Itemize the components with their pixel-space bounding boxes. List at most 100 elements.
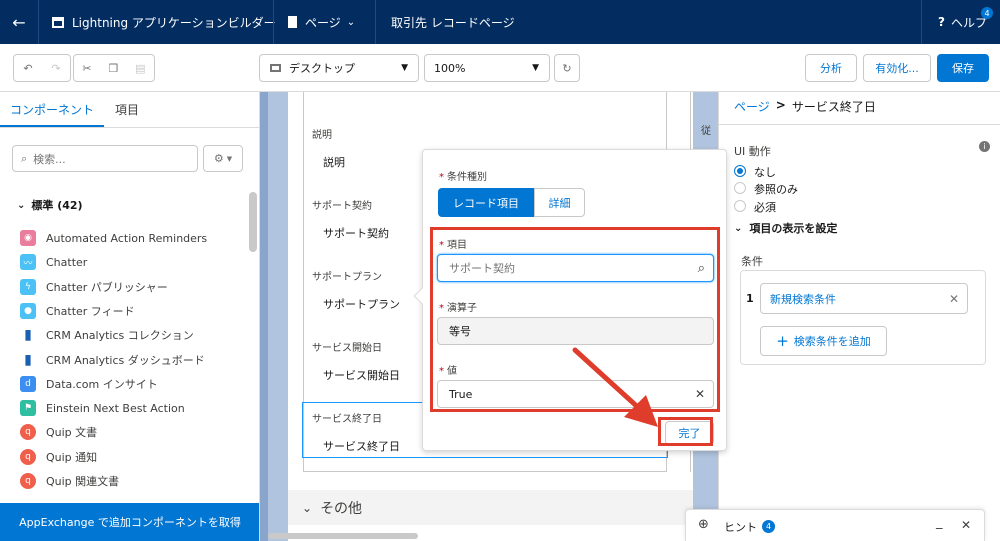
canvas-field-label: 説明	[312, 130, 332, 141]
d-icon: d	[20, 375, 36, 392]
radio-required[interactable]	[734, 200, 746, 212]
breadcrumb-page[interactable]: ページ	[734, 98, 770, 115]
builder-icon	[52, 16, 64, 28]
help-badge: 4	[981, 7, 993, 19]
toolbar: ↶ ↷ ✂ ❐ ▤ デスクトップ ▼ 100% ▼ ↻ 分析 有効化... 保存	[0, 44, 1000, 92]
tab-components[interactable]: コンポーネント	[10, 101, 94, 118]
radio-none-label: なし	[754, 166, 776, 179]
components-panel: コンポーネント 項目 ⌕ 検索... ⚙ ▼ ⌄ 標準 (42) ◉ Automat…	[0, 92, 260, 541]
app-header: ← Lightning アプリケーションビルダー ページ ⌄ 取引先 レコードペ…	[0, 0, 1000, 44]
breadcrumb: ページ > サービス終了日	[734, 98, 876, 115]
flag-icon: ⚑	[20, 400, 36, 417]
caret-down-icon: ▼	[401, 63, 408, 73]
quip-icon: q	[20, 448, 36, 465]
quip-icon: q	[20, 424, 36, 441]
search-input[interactable]: ⌕ 検索...	[12, 145, 198, 172]
canvas-field-value[interactable]: サポート契約	[323, 225, 389, 241]
partial-field-label: 従	[701, 126, 711, 137]
condition-type-label: * 条件種別	[439, 172, 487, 183]
save-button[interactable]: 保存	[937, 54, 989, 82]
component-item[interactable]: q Quip 通知	[20, 446, 97, 468]
section-standard[interactable]: ⌄ 標準 (42)	[17, 197, 83, 213]
plus-icon: +	[776, 332, 789, 350]
hint-label: ヒント	[724, 521, 757, 534]
bell-icon: ◉	[20, 230, 36, 246]
cut-icon[interactable]: ✂	[82, 62, 91, 75]
add-condition-button[interactable]: + 検索条件を追加	[760, 326, 887, 356]
question-icon: ?	[938, 15, 945, 29]
quip-icon: q	[20, 473, 36, 489]
component-item[interactable]: q Quip 関連文書	[20, 470, 119, 492]
scrollbar-thumb[interactable]	[249, 192, 257, 252]
settings-menu[interactable]: ⚙ ▼	[203, 145, 243, 172]
properties-panel: ページ > サービス終了日 UI 動作 i なし 参照のみ 必須 ⌄ 項目の表示…	[718, 92, 1000, 541]
other-section[interactable]: ⌄ その他	[288, 490, 693, 525]
wave-icon: 〰	[20, 254, 36, 271]
search-icon: ⌕	[21, 151, 28, 165]
gear-icon: ⚙	[213, 152, 224, 165]
undo-icon[interactable]: ↶	[23, 62, 32, 75]
caret-down-icon: ▼	[226, 154, 233, 163]
chat-icon: ●	[20, 302, 36, 319]
canvas-field-value[interactable]: サポートプラン	[323, 296, 400, 312]
ui-behavior-label: UI 動作	[734, 145, 771, 158]
component-item[interactable]: ϟ Chatter パブリッシャー	[20, 276, 168, 298]
canvas-field-label: サポートプラン	[312, 272, 382, 283]
condition-item[interactable]: 新規検索条件 ✕	[760, 283, 968, 314]
hint-panel[interactable]: ⊕ ヒント 4 _ ✕	[685, 509, 985, 541]
visibility-section[interactable]: ⌄ 項目の表示を設定	[734, 220, 837, 236]
clipboard-group: ✂ ❐ ▤	[73, 54, 155, 82]
caret-down-icon: ▼	[532, 63, 539, 73]
tab-record-field[interactable]: レコード項目	[438, 188, 534, 217]
canvas-field-label: サービス開始日	[312, 343, 382, 354]
device-select[interactable]: デスクトップ ▼	[259, 54, 419, 82]
canvas-field-value[interactable]: サービス開始日	[323, 367, 400, 383]
close-icon[interactable]: ✕	[949, 292, 959, 306]
canvas-field-value[interactable]: 説明	[323, 154, 345, 170]
radio-readonly[interactable]	[734, 182, 746, 194]
radio-readonly-label: 参照のみ	[754, 183, 798, 196]
component-item[interactable]: q Quip 文書	[20, 421, 97, 443]
component-item[interactable]: 〰 Chatter	[20, 251, 87, 273]
appexchange-button[interactable]: AppExchange で追加コンポーネントを取得	[0, 503, 259, 541]
analyze-button[interactable]: 分析	[805, 54, 857, 82]
undo-redo-group: ↶ ↷	[13, 54, 71, 82]
desktop-icon	[270, 64, 281, 72]
redo-icon[interactable]: ↷	[51, 62, 60, 75]
tab-fields[interactable]: 項目	[115, 101, 139, 118]
component-item[interactable]: ◉ Automated Action Reminders	[20, 227, 207, 249]
annotation-arrow-icon	[572, 347, 658, 427]
component-item[interactable]: ▮ CRM Analytics コレクション	[20, 324, 194, 346]
paste-icon[interactable]: ▤	[135, 62, 145, 75]
activate-button[interactable]: 有効化...	[863, 54, 931, 82]
hint-icon: ⊕	[698, 517, 709, 532]
chevron-down-icon: ⌄	[302, 500, 313, 515]
help-button[interactable]: ? ヘルプ	[938, 0, 987, 44]
conditions-label: 条件	[741, 255, 763, 268]
chevron-down-icon: ⌄	[734, 222, 743, 234]
horizontal-scrollbar[interactable]	[268, 533, 418, 539]
tab-detail[interactable]: 詳細	[534, 188, 585, 217]
breadcrumb-current: サービス終了日	[791, 100, 876, 114]
hint-badge: 4	[762, 520, 775, 533]
zoom-select[interactable]: 100% ▼	[424, 54, 550, 82]
component-item[interactable]: ● Chatter フィード	[20, 300, 135, 322]
app-title[interactable]: Lightning アプリケーションビルダー	[52, 0, 276, 44]
bar-chart-icon: ▮	[24, 351, 32, 368]
page-icon	[288, 16, 297, 28]
info-icon[interactable]: i	[979, 141, 990, 152]
refresh-icon[interactable]: ↻	[554, 54, 580, 82]
component-item[interactable]: ⚑ Einstein Next Best Action	[20, 397, 185, 419]
copy-icon[interactable]: ❐	[108, 62, 118, 75]
radio-required-label: 必須	[754, 201, 776, 214]
back-arrow-icon[interactable]: ←	[8, 0, 30, 44]
page-menu[interactable]: ページ ⌄	[288, 0, 355, 44]
close-icon[interactable]: ✕	[961, 518, 971, 532]
canvas-field-label: サポート契約	[312, 201, 372, 212]
minimize-icon[interactable]: _	[936, 515, 943, 530]
radio-none[interactable]	[734, 165, 746, 177]
component-item[interactable]: ▮ CRM Analytics ダッシュボード	[20, 349, 205, 371]
chevron-down-icon: ⌄	[346, 16, 356, 28]
record-page-title: 取引先 レコードページ	[391, 15, 515, 30]
component-item[interactable]: d Data.com インサイト	[20, 373, 158, 395]
